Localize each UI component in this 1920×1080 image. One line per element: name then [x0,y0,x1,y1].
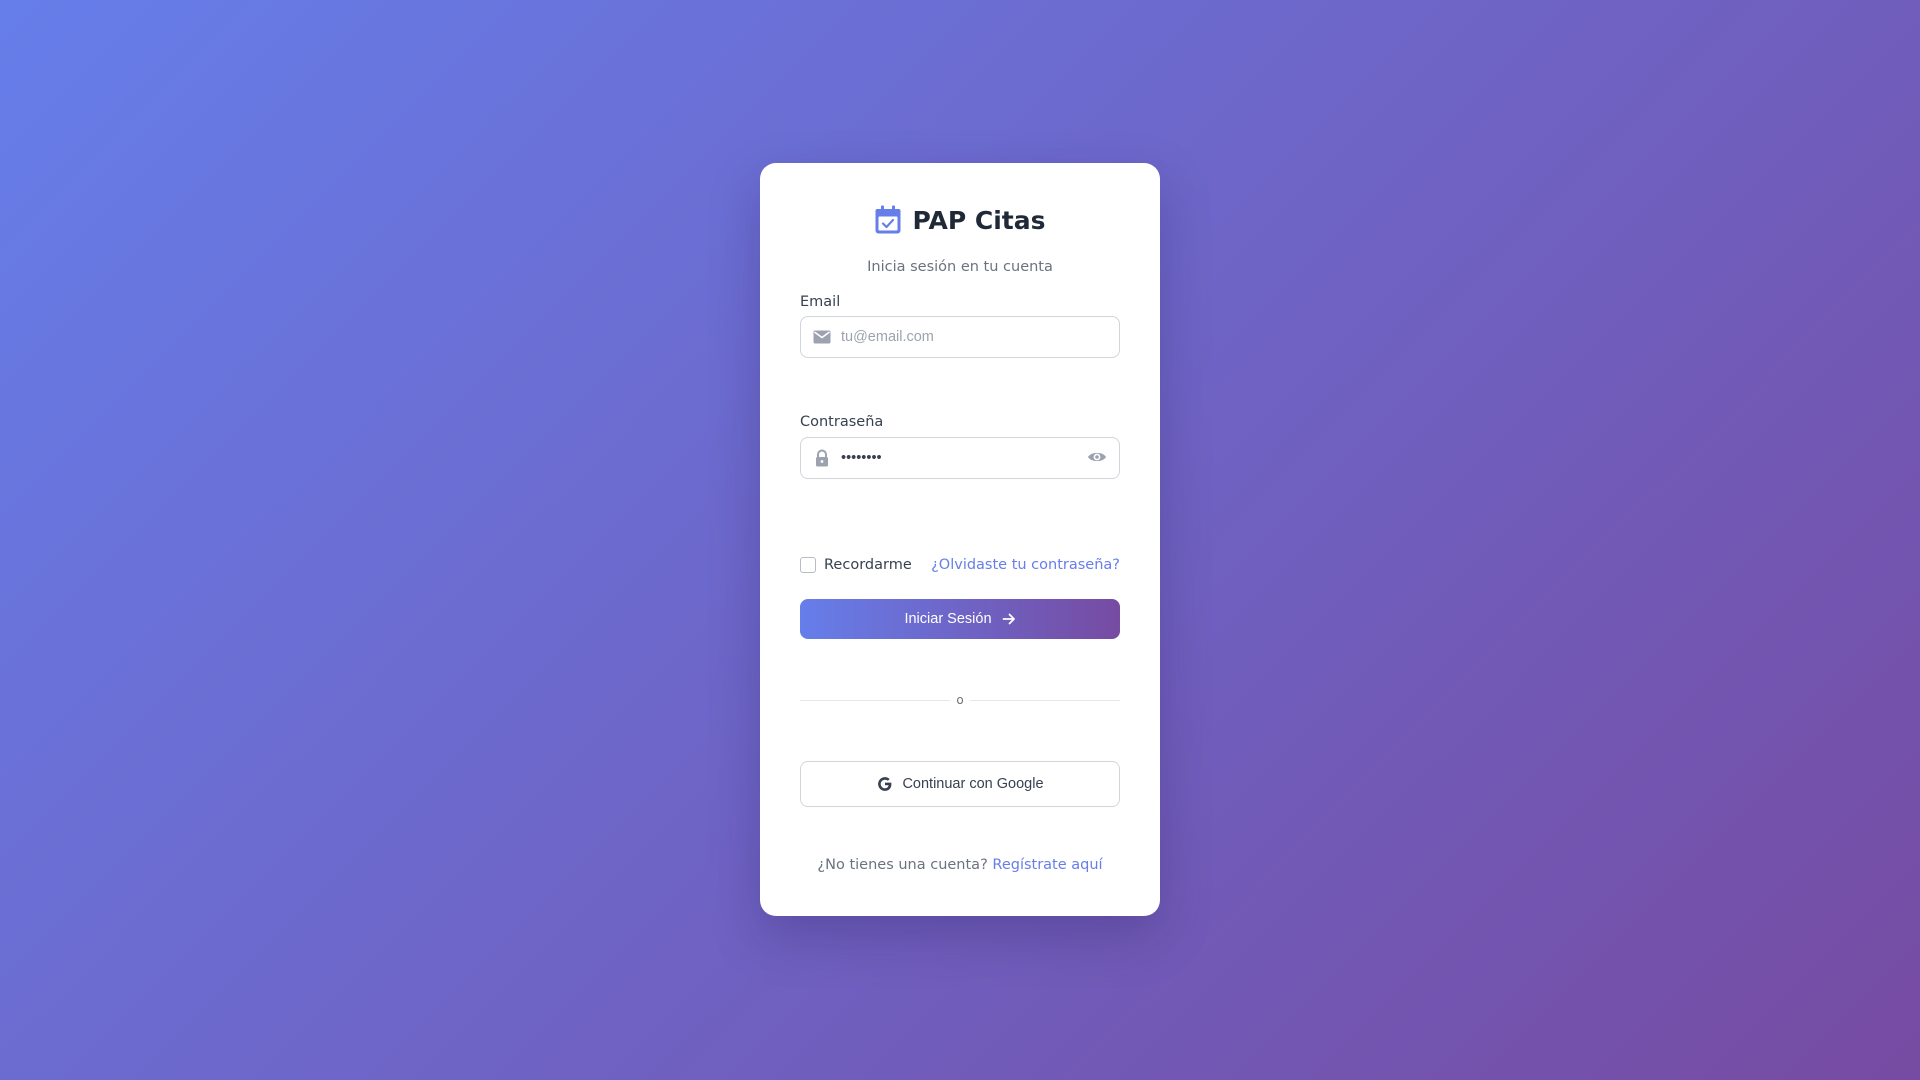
arrow-right-icon [1002,613,1015,625]
app-title: PAP Citas [912,205,1046,235]
login-options-row: Recordarme ¿Olvidaste tu contraseña? [800,555,1120,575]
divider-line-left [800,699,951,701]
login-button-label: Iniciar Sesión [904,611,992,627]
google-icon [878,777,892,791]
lock-icon [816,449,828,467]
email-field-wrapper [800,316,1120,358]
remember-me[interactable]: Recordarme [800,557,912,573]
google-login-label: Continuar con Google [902,776,1044,792]
password-field-wrapper [800,437,1120,479]
login-subtitle: Inicia sesión en tu cuenta [867,259,1053,275]
register-link[interactable]: Regístrate aquí [992,857,1102,873]
login-card: PAP Citas Inicia sesión en tu cuenta Ema… [760,163,1160,916]
calendar-check-icon [875,205,901,234]
forgot-password-link[interactable]: ¿Olvidaste tu contraseña? [931,557,1120,573]
or-divider: o [800,693,1120,707]
divider-line-right [969,699,1120,701]
email-label: Email [800,294,841,310]
remember-checkbox[interactable] [800,557,816,573]
eye-icon[interactable] [1087,447,1107,467]
remember-label: Recordarme [824,557,912,573]
divider-text: o [956,693,964,707]
google-login-button[interactable]: Continuar con Google [800,761,1120,807]
register-prompt: ¿No tienes una cuenta? Regístrate aquí [760,857,1160,873]
envelope-icon [813,330,831,344]
email-input[interactable] [841,317,1079,357]
login-button[interactable]: Iniciar Sesión [800,599,1120,639]
password-input[interactable] [841,438,1079,478]
password-label: Contraseña [800,414,884,430]
brand-header: PAP Citas [760,205,1160,235]
register-prompt-text: ¿No tienes una cuenta? [817,857,988,873]
